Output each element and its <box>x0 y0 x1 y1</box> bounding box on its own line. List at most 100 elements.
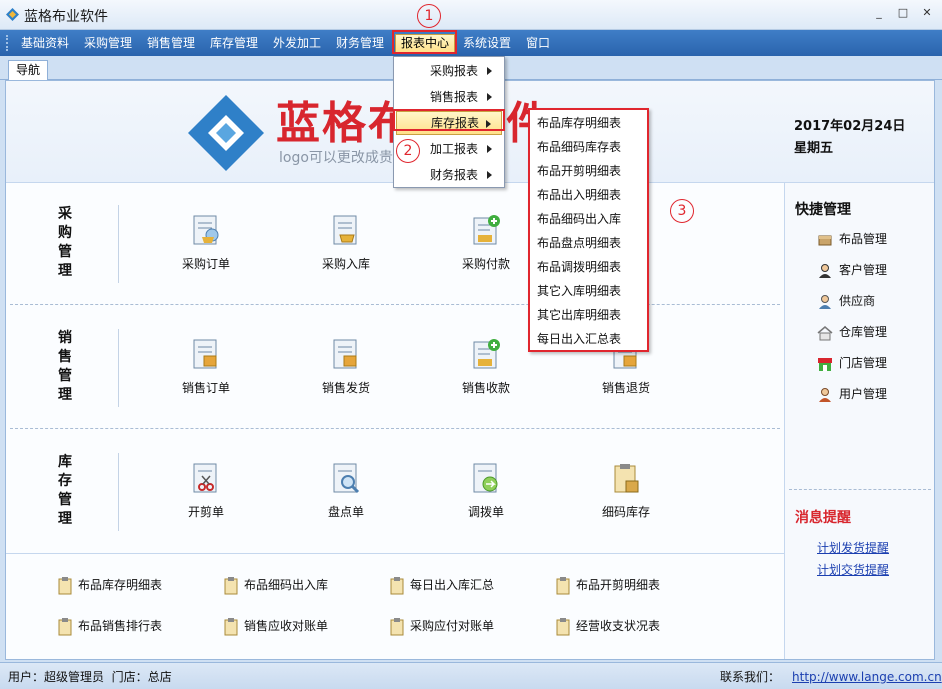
purchase-payment-icon <box>473 215 500 245</box>
purchase-payment-button[interactable]: 采购付款 <box>446 213 526 272</box>
menu-window[interactable]: 窗口 <box>521 34 555 53</box>
purchase-order-icon <box>193 215 219 245</box>
status-contact: 联系我们： http://www.lange.com.cn <box>720 670 942 684</box>
maximize-button[interactable]: □ <box>892 4 914 22</box>
section-title-purchase: 采 购 管 理 <box>58 206 72 279</box>
submenu-item[interactable]: 每日出入汇总表 <box>537 327 643 351</box>
submenu-item[interactable]: 布品出入明细表 <box>537 183 643 207</box>
plan-handover-reminder-link[interactable]: 计划交货提醒 <box>817 561 889 578</box>
menu-inventory[interactable]: 库存管理 <box>205 34 263 53</box>
report-link[interactable]: 销售应收对账单 <box>224 615 328 637</box>
clipboard-icon <box>224 576 238 594</box>
section-title-inventory: 库 存 管 理 <box>58 454 72 527</box>
submenu-item[interactable]: 布品细码出入库 <box>537 207 643 231</box>
plan-delivery-reminder-link[interactable]: 计划发货提醒 <box>817 539 889 556</box>
sales-order-label: 销售订单 <box>181 381 230 395</box>
quick-store-manage[interactable]: 门店管理 <box>817 353 887 373</box>
brand-logo-icon <box>188 95 264 171</box>
app-logo-icon <box>6 8 19 21</box>
tab-navigation[interactable]: 导航 <box>8 60 48 81</box>
menu-finance[interactable]: 财务管理 <box>331 34 389 53</box>
report-link[interactable]: 布品销售排行表 <box>58 615 162 637</box>
transfer-order-button[interactable]: 调拨单 <box>446 461 526 520</box>
detail-stock-button[interactable]: 细码库存 <box>586 461 666 520</box>
purchase-payment-label: 采购付款 <box>461 257 510 271</box>
report-link[interactable]: 布品细码出入库 <box>224 574 328 596</box>
clipboard-icon <box>390 617 404 635</box>
report-shortcuts: 布品库存明细表 布品细码出入库 每日出入库汇总 布品开剪明细表 布品销售排行表 … <box>6 553 784 659</box>
sales-receipt-button[interactable]: 销售收款 <box>446 337 526 396</box>
sales-delivery-button[interactable]: 销售发货 <box>306 337 386 396</box>
report-link[interactable]: 布品开剪明细表 <box>556 574 660 596</box>
quick-customer-manage[interactable]: 客户管理 <box>817 260 887 280</box>
panel-separator <box>789 489 931 490</box>
clipboard-icon <box>224 617 238 635</box>
quick-warehouse-manage[interactable]: 仓库管理 <box>817 322 887 342</box>
close-button[interactable]: ✕ <box>916 4 938 22</box>
sales-order-button[interactable]: 销售订单 <box>166 337 246 396</box>
section-divider <box>118 329 119 407</box>
quick-supplier[interactable]: 供应商 <box>817 291 875 311</box>
submenu-item[interactable]: 布品细码库存表 <box>537 135 643 159</box>
menu-inventory-reports[interactable]: 库存报表 <box>396 111 502 135</box>
menu-basic-data[interactable]: 基础资料 <box>16 34 74 53</box>
sales-delivery-label: 销售发货 <box>321 381 370 395</box>
stocktake-button[interactable]: 盘点单 <box>306 461 386 520</box>
submenu-item[interactable]: 布品盘点明细表 <box>537 231 643 255</box>
message-title: 消息提醒 <box>795 510 851 526</box>
clipboard-icon <box>556 576 570 594</box>
menu-purchase-reports[interactable]: 采购报表 <box>396 59 502 83</box>
quick-panel: 快捷管理 布品管理 客户管理 供应商 仓库管理 门店管理 用户管理 消息提醒 计… <box>784 183 934 659</box>
report-link[interactable]: 经营收支状况表 <box>556 615 660 637</box>
purchase-inbound-button[interactable]: 采购入库 <box>306 213 386 272</box>
section-divider <box>118 205 119 283</box>
clipboard-icon <box>556 617 570 635</box>
quick-manage-title: 快捷管理 <box>795 202 851 218</box>
submenu-arrow-icon <box>487 67 492 75</box>
submenu-item[interactable]: 布品调拨明细表 <box>537 255 643 279</box>
menu-grip <box>6 35 9 51</box>
callout-3: 3 <box>670 199 694 223</box>
submenu-item[interactable]: 布品库存明细表 <box>537 111 643 135</box>
customer-icon <box>819 263 831 278</box>
report-link[interactable]: 每日出入库汇总 <box>390 574 494 596</box>
purchase-inbound-label: 采购入库 <box>321 257 370 271</box>
cutting-order-button[interactable]: 开剪单 <box>166 461 246 520</box>
purchase-order-label: 采购订单 <box>181 257 230 271</box>
inventory-reports-submenu: 布品库存明细表 布品细码库存表 布品开剪明细表 布品出入明细表 布品细码出入库 … <box>528 108 649 352</box>
submenu-item[interactable]: 其它出库明细表 <box>537 303 643 327</box>
submenu-item[interactable]: 其它入库明细表 <box>537 279 643 303</box>
transfer-icon <box>473 463 498 493</box>
menu-finance-reports[interactable]: 财务报表 <box>396 163 502 187</box>
report-link[interactable]: 布品库存明细表 <box>58 574 162 596</box>
sales-section: 销 售 管 理 销售订单 销售发货 销售收款 销售退货 <box>6 307 784 429</box>
inventory-section: 库 存 管 理 开剪单 盘点单 调拨单 细码库存 <box>6 431 784 553</box>
report-link[interactable]: 采购应付对账单 <box>390 615 494 637</box>
submenu-arrow-icon <box>487 171 492 179</box>
purchase-order-button[interactable]: 采购订单 <box>166 213 246 272</box>
menu-purchase[interactable]: 采购管理 <box>79 34 137 53</box>
title-bar: 蓝格布业软件 _ □ ✕ <box>0 0 942 30</box>
clipboard-box-icon <box>614 464 639 493</box>
quick-user-manage[interactable]: 用户管理 <box>817 384 887 404</box>
menu-sales[interactable]: 销售管理 <box>142 34 200 53</box>
submenu-item[interactable]: 布品开剪明细表 <box>537 159 643 183</box>
transfer-order-label: 调拨单 <box>467 505 504 519</box>
current-date: 2017年02月24日 <box>794 119 906 134</box>
menu-system-settings[interactable]: 系统设置 <box>458 34 516 53</box>
quick-fabric-manage[interactable]: 布品管理 <box>817 229 887 249</box>
window-title: 蓝格布业软件 <box>24 9 108 25</box>
menu-report-center[interactable]: 报表中心 <box>395 34 456 53</box>
submenu-arrow-icon <box>487 145 492 153</box>
purchase-inbound-icon <box>333 215 357 245</box>
website-link[interactable]: http://www.lange.com.cn <box>792 670 942 684</box>
report-center-menu: 采购报表 销售报表 库存报表 加工报表 财务报表 <box>393 56 505 188</box>
sales-receipt-label: 销售收款 <box>461 381 510 395</box>
menu-sales-reports[interactable]: 销售报表 <box>396 85 502 109</box>
menu-outsourcing[interactable]: 外发加工 <box>268 34 326 53</box>
cutting-order-label: 开剪单 <box>187 505 224 519</box>
minimize-button[interactable]: _ <box>868 4 890 22</box>
callout-2: 2 <box>396 139 420 163</box>
scissors-icon <box>193 463 217 493</box>
section-separator <box>10 304 780 305</box>
